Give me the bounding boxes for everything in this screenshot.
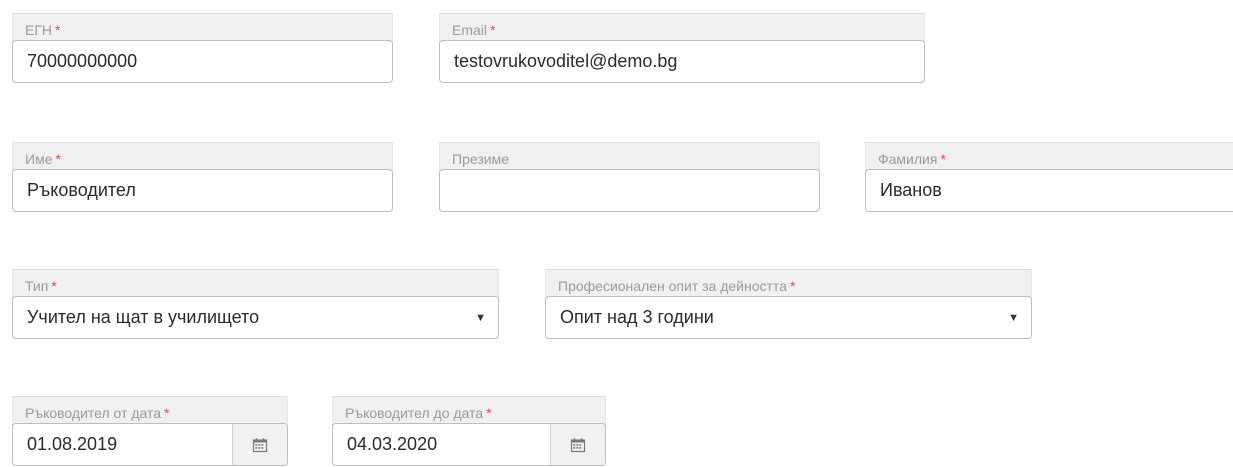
middle-name-field: Презиме [439,142,820,212]
email-field: Email * testovrukovoditel@demo.bg [439,13,925,83]
experience-label-text: Професионален опит за дейността [558,278,787,294]
first-name-input[interactable]: Ръководител [12,169,393,212]
required-asterisk: * [940,151,946,167]
first-name-field: Име * Ръководител [12,142,393,212]
required-asterisk: * [55,22,61,38]
date-from-input[interactable]: 01.08.2019 [12,423,288,466]
calendar-button[interactable] [232,424,287,465]
date-from-field: Ръководител от дата * 01.08.2019 [12,396,288,466]
required-asterisk: * [55,151,61,167]
egn-value: 70000000000 [27,51,138,71]
required-asterisk: * [486,405,492,421]
egn-field: ЕГН * 70000000000 [12,13,393,83]
date-from-value[interactable]: 01.08.2019 [13,424,232,465]
calendar-button[interactable] [550,424,605,465]
type-label-text: Тип [25,278,49,294]
first-name-label-text: Име [25,151,53,167]
egn-input[interactable]: 70000000000 [12,40,393,83]
type-selected-value: Учител на щат в училището [27,307,260,327]
egn-label-text: ЕГН [25,22,53,38]
required-asterisk: * [51,278,57,294]
middle-name-label-text: Презиме [452,151,509,167]
date-to-label-text: Ръководител до дата [345,405,484,421]
last-name-value: Иванов [880,180,942,200]
date-from-label-text: Ръководител от дата [25,405,162,421]
experience-selected-value: Опит над 3 години [560,307,714,327]
date-to-input[interactable]: 04.03.2020 [332,423,606,466]
experience-field: Професионален опит за дейността * Опит на… [545,269,1032,339]
required-asterisk: * [164,405,170,421]
middle-name-input[interactable] [439,169,820,212]
first-name-value: Ръководител [27,180,136,200]
last-name-input[interactable]: Иванов [865,169,1233,212]
last-name-field: Фамилия * Иванов [865,142,1233,212]
calendar-icon [570,437,586,452]
chevron-down-icon[interactable]: ▼ [1008,312,1019,324]
experience-select[interactable]: Опит над 3 години ▼ [545,296,1032,339]
date-to-field: Ръководител до дата * 04.03.2020 [332,396,606,466]
email-input[interactable]: testovrukovoditel@demo.bg [439,40,925,83]
type-field: Тип * Учител на щат в училището ▼ [12,269,499,339]
required-asterisk: * [490,22,496,38]
calendar-icon [252,437,268,452]
last-name-label-text: Фамилия [878,151,938,167]
email-label-text: Email [452,22,488,38]
date-to-value[interactable]: 04.03.2020 [333,424,550,465]
required-asterisk: * [789,278,796,294]
type-select[interactable]: Учител на щат в училището ▼ [12,296,499,339]
email-value: testovrukovoditel@demo.bg [454,51,678,71]
chevron-down-icon[interactable]: ▼ [475,312,486,324]
